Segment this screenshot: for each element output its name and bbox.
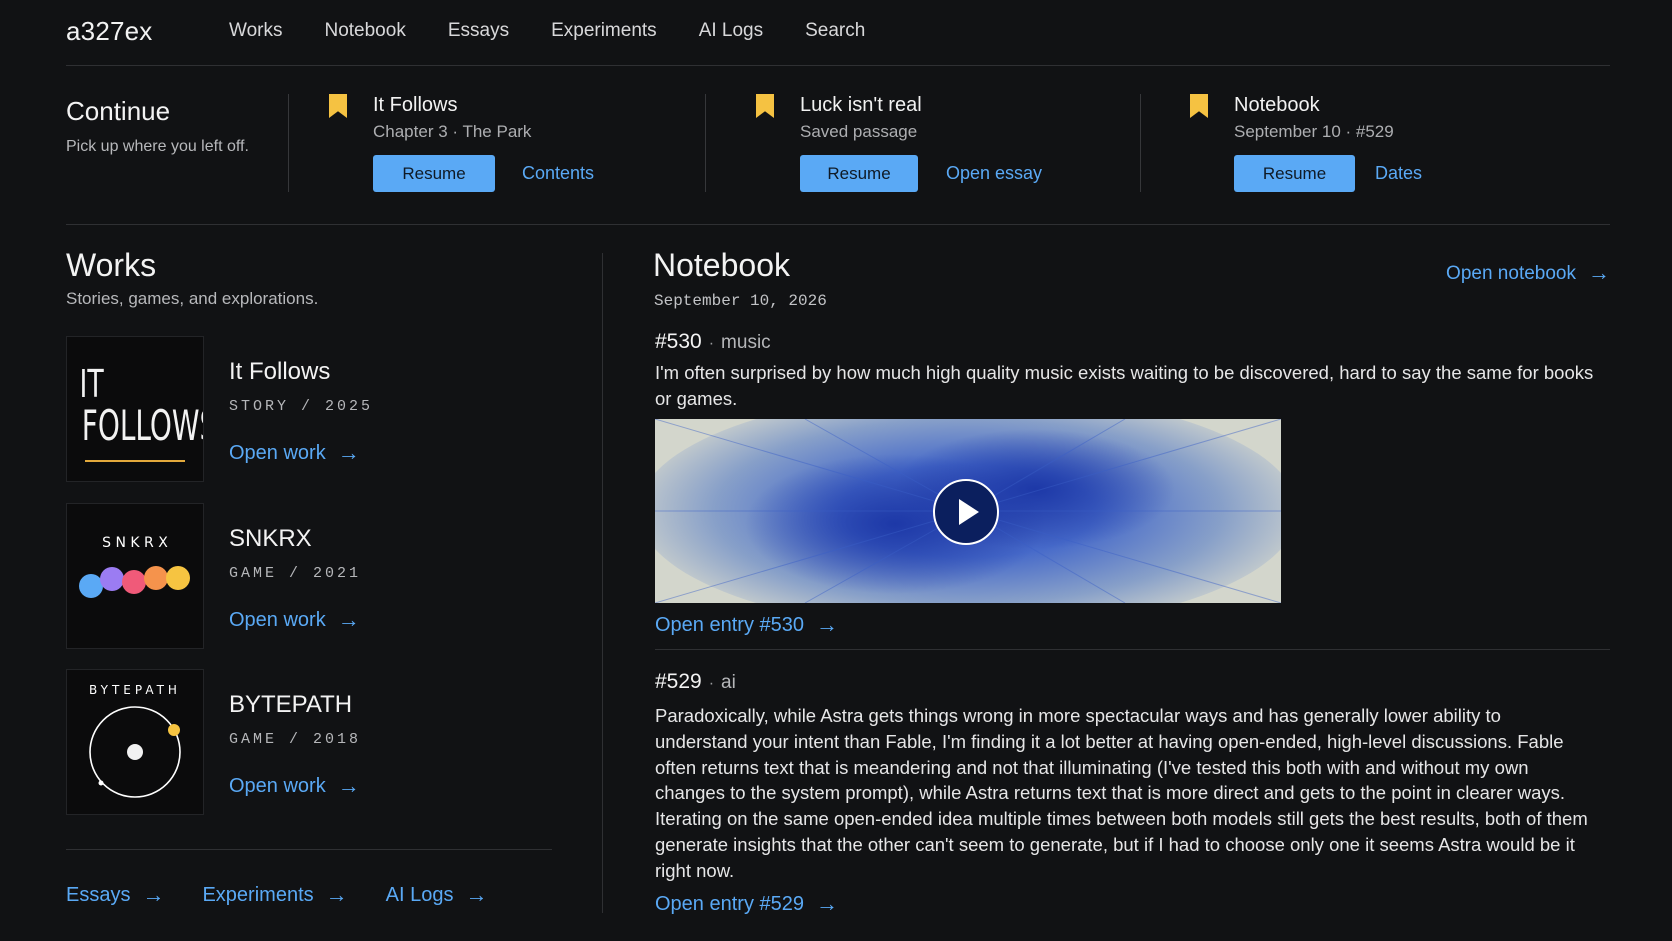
open-work-link[interactable]: Open work →: [229, 773, 360, 799]
work-title: BYTEPATH: [229, 691, 353, 718]
card-title: It Follows: [373, 94, 458, 116]
entry-divider: [655, 649, 1610, 650]
play-icon[interactable]: [933, 479, 999, 545]
open-entry-530-link[interactable]: Open entry #530 →: [655, 612, 838, 638]
arrow-right-icon: →: [1588, 260, 1610, 285]
nav-item-notebook[interactable]: Notebook: [324, 20, 405, 42]
open-entry-529-link[interactable]: Open entry #529 →: [655, 891, 838, 917]
entry-header: #529 · ai: [655, 670, 736, 693]
entry-number: #530: [655, 330, 702, 353]
divider: [288, 94, 289, 192]
bookmark-icon: [756, 94, 774, 118]
contents-link[interactable]: Contents: [522, 163, 594, 184]
arrow-right-icon: →: [465, 882, 488, 907]
nav-item-ai-logs[interactable]: AI Logs: [699, 20, 763, 42]
arrow-right-icon: →: [325, 882, 348, 907]
entry-tag[interactable]: ai: [721, 672, 736, 693]
card-title: Notebook: [1234, 94, 1320, 116]
works-subtitle: Stories, games, and explorations.: [66, 289, 319, 308]
open-work-link[interactable]: Open work →: [229, 440, 360, 466]
arrow-right-icon: →: [816, 612, 838, 637]
resume-button[interactable]: Resume: [800, 155, 918, 192]
work-title: SNKRX: [229, 525, 312, 552]
svg-text:IT: IT: [79, 362, 103, 407]
resume-button[interactable]: Resume: [373, 155, 495, 192]
work-title: It Follows: [229, 358, 331, 385]
essays-link[interactable]: Essays →: [66, 882, 164, 908]
works-title: Works: [66, 247, 157, 283]
bookmark-icon: [329, 94, 347, 118]
entry-number: #529: [655, 670, 702, 693]
column-divider: [602, 253, 603, 913]
work-meta: GAME / 2021: [229, 565, 362, 582]
card-subtitle: September 10 · #529: [1234, 122, 1394, 141]
site-logo[interactable]: a327ex: [66, 16, 153, 47]
open-essay-link[interactable]: Open essay: [946, 163, 1042, 184]
work-item-it-follows: IT FOLLOWS It Follows STORY / 2025 Open …: [66, 336, 552, 482]
continue-section: Continue Pick up where you left off. It …: [66, 66, 1610, 225]
entry-video[interactable]: [655, 419, 1281, 603]
work-item-snkrx: S N K R X SNKRX GAME / 2021 Open work →: [66, 503, 552, 649]
arrow-right-icon: →: [337, 773, 360, 798]
nav-item-search[interactable]: Search: [805, 20, 865, 42]
arrow-right-icon: →: [142, 882, 165, 907]
notebook-date: September 10, 2026: [654, 292, 827, 310]
nav-item-experiments[interactable]: Experiments: [551, 20, 657, 42]
works-divider: [66, 849, 552, 850]
entry-text: I'm often surprised by how much high qua…: [655, 362, 1594, 409]
it-follows-cover[interactable]: IT FOLLOWS: [66, 336, 217, 482]
bookmark-icon: [1190, 94, 1208, 118]
arrow-right-icon: →: [337, 607, 360, 632]
bytepath-cover[interactable]: BYTEPATH: [66, 669, 204, 815]
divider: [1140, 94, 1141, 192]
nav-links: Works Notebook Essays Experiments AI Log…: [229, 20, 907, 42]
section-links: Essays → Experiments → AI Logs →: [66, 882, 525, 908]
work-meta: STORY / 2025: [229, 398, 374, 415]
notebook-title: Notebook: [653, 247, 790, 283]
entry-text: Paradoxically, while Astra gets things w…: [655, 705, 1588, 881]
arrow-right-icon: →: [337, 440, 360, 465]
svg-text:BYTEPATH: BYTEPATH: [89, 683, 181, 697]
nav-item-essays[interactable]: Essays: [448, 20, 509, 42]
work-meta: GAME / 2018: [229, 731, 362, 748]
card-subtitle: Chapter 3 · The Park: [373, 122, 532, 141]
svg-text:S N K R X: S N K R X: [102, 535, 168, 551]
continue-subtitle: Pick up where you left off.: [66, 138, 249, 155]
arrow-right-icon: →: [816, 891, 838, 916]
entry-header: #530 · music: [655, 330, 771, 353]
continue-title: Continue: [66, 96, 171, 126]
ai-logs-link[interactable]: AI Logs →: [386, 882, 488, 908]
svg-text:FOLLOWS: FOLLOWS: [82, 401, 203, 450]
nav-item-works[interactable]: Works: [229, 20, 282, 42]
card-subtitle: Saved passage: [800, 122, 918, 141]
snkrx-cover[interactable]: S N K R X: [66, 503, 204, 649]
entry-tag[interactable]: music: [721, 332, 771, 353]
open-notebook-link[interactable]: Open notebook →: [1446, 260, 1610, 286]
experiments-link[interactable]: Experiments →: [202, 882, 347, 908]
card-title: Luck isn't real: [800, 94, 922, 116]
dates-link[interactable]: Dates: [1375, 163, 1422, 184]
open-work-link[interactable]: Open work →: [229, 607, 360, 633]
divider: [705, 94, 706, 192]
resume-button[interactable]: Resume: [1234, 155, 1355, 192]
top-nav: a327ex Works Notebook Essays Experiments…: [66, 0, 1610, 66]
work-item-bytepath: BYTEPATH BYTEPATH GAME / 2018 Open work →: [66, 669, 552, 815]
